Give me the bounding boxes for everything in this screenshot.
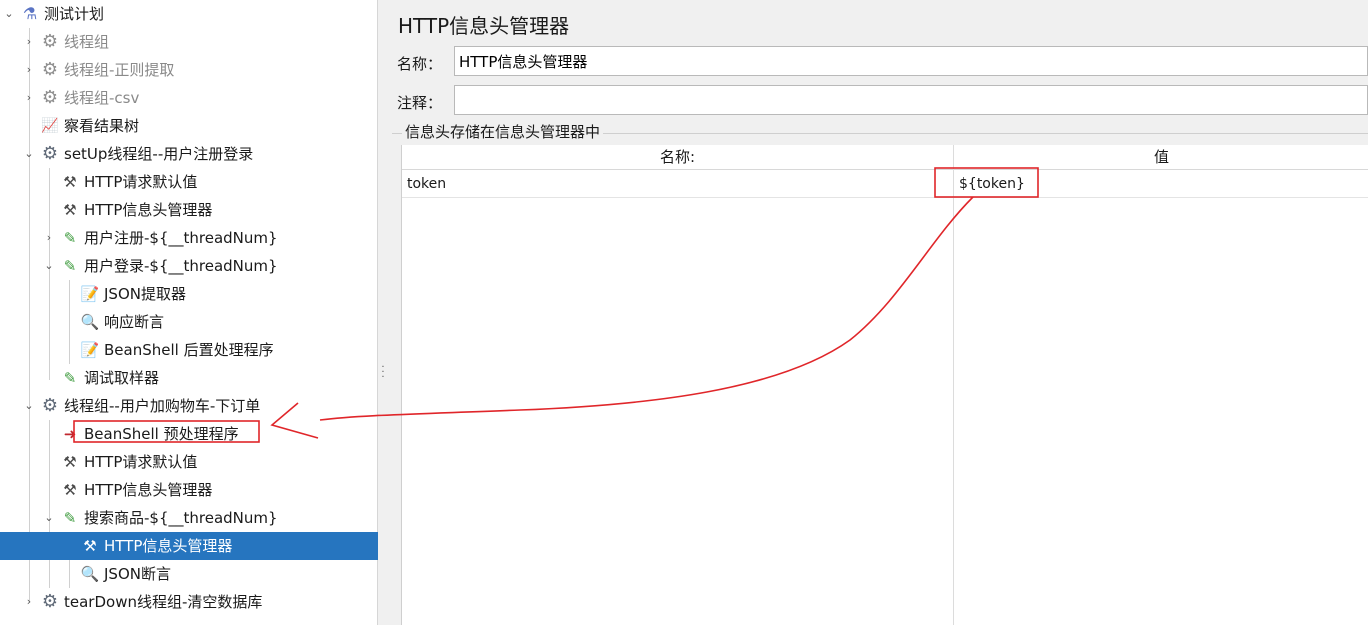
tree-node[interactable]: ⌄ ⚙ setUp线程组--用户注册登录 <box>0 140 378 168</box>
tree-node[interactable]: › ⚙ 线程组 <box>0 28 378 56</box>
chevron-down-icon[interactable]: ⌄ <box>42 504 56 532</box>
chart-icon: 📈 <box>41 118 59 134</box>
table-cell-name[interactable]: token <box>402 170 953 198</box>
gear-icon: ⚙ <box>41 395 59 416</box>
sampler-pen-icon: ✎ <box>63 257 77 275</box>
chevron-right-icon[interactable]: › <box>22 56 36 84</box>
splitter-grip-icon[interactable]: · · · <box>380 363 386 383</box>
sampler-pen-icon: ✎ <box>63 509 77 527</box>
comment-field[interactable] <box>454 85 1368 115</box>
headers-table[interactable]: 名称: 值 token ${token} <box>401 145 1368 625</box>
chevron-down-icon[interactable]: ⌄ <box>42 252 56 280</box>
tools-icon: ⚒ <box>63 201 77 219</box>
tree-node[interactable]: › ✎ 用户注册-${__threadNum} <box>0 224 378 252</box>
gear-icon: ⚙ <box>41 143 59 164</box>
tree-node[interactable]: ⚒ HTTP请求默认值 <box>0 448 378 476</box>
tree-node[interactable]: ✎ 调试取样器 <box>0 364 378 392</box>
tree-node-label: 搜索商品-${__threadNum} <box>84 509 278 527</box>
name-field[interactable] <box>454 46 1368 76</box>
tools-icon: ⚒ <box>63 173 77 191</box>
preprocessor-arrow-icon: ➜ <box>63 425 77 443</box>
gear-icon: ⚙ <box>41 59 59 80</box>
tree-node-label: BeanShell 后置处理程序 <box>104 341 274 359</box>
chevron-down-icon[interactable]: ⌄ <box>22 392 36 420</box>
chevron-right-icon[interactable]: › <box>22 84 36 112</box>
tree-node[interactable]: › ⚙ 线程组-正则提取 <box>0 56 378 84</box>
tree-node[interactable]: ⚒ HTTP信息头管理器 <box>0 532 378 560</box>
test-plan-tree[interactable]: ⌄ ⚗ 测试计划 › ⚙ 线程组 › ⚙ 线程组-正则提取 › ⚙ 线程组-csv 📈 察看结果树 ⌄ ⚙ se… <box>0 0 378 625</box>
gear-icon: ⚙ <box>41 31 59 52</box>
tree-node[interactable]: ➜ BeanShell 预处理程序 <box>0 420 378 448</box>
tree-node-label: HTTP信息头管理器 <box>84 201 213 219</box>
tree-node[interactable]: › ⚙ 线程组-csv <box>0 84 378 112</box>
tools-icon: ⚒ <box>83 537 97 555</box>
tree-node[interactable]: 📝 JSON提取器 <box>0 280 378 308</box>
tree-node-label: 用户登录-${__threadNum} <box>84 257 278 275</box>
tree-node-label: 调试取样器 <box>84 369 160 387</box>
tree-node[interactable]: 📈 察看结果树 <box>0 112 378 140</box>
table-cell-value[interactable]: ${token} <box>954 170 1368 198</box>
tree-node-label: 测试计划 <box>44 5 105 23</box>
tree-node[interactable]: ⌄ ⚙ 线程组--用户加购物车-下订单 <box>0 392 378 420</box>
gear-icon: ⚙ <box>41 591 59 612</box>
tree-node-label: 线程组--用户加购物车-下订单 <box>64 397 261 415</box>
tree-node-label: HTTP请求默认值 <box>84 173 198 191</box>
sampler-pen-icon: ✎ <box>63 229 77 247</box>
name-label: 名称： <box>397 55 443 73</box>
gear-icon: ⚙ <box>41 87 59 108</box>
headers-group-title: 信息头存储在信息头管理器中 <box>402 121 604 142</box>
tree-node-label: JSON断言 <box>104 565 171 583</box>
sampler-pen-icon: ✎ <box>63 369 77 387</box>
tools-icon: ⚒ <box>63 453 77 471</box>
comment-label: 注释： <box>397 94 443 112</box>
tree-node-label: setUp线程组--用户注册登录 <box>64 145 254 163</box>
tree-node[interactable]: ⚒ HTTP信息头管理器 <box>0 476 378 504</box>
chevron-right-icon[interactable]: › <box>42 224 56 252</box>
column-separator <box>953 145 954 625</box>
document-arrow-icon: 📝 <box>80 285 100 303</box>
flask-icon: ⚗ <box>22 4 38 23</box>
tree-node-label: BeanShell 预处理程序 <box>84 425 239 443</box>
chevron-right-icon[interactable]: › <box>22 28 36 56</box>
chevron-down-icon[interactable]: ⌄ <box>22 140 36 168</box>
tree-node-label: tearDown线程组-清空数据库 <box>64 593 263 611</box>
tree-node[interactable]: 📝 BeanShell 后置处理程序 <box>0 336 378 364</box>
panel-title: HTTP信息头管理器 <box>398 14 570 38</box>
tree-node-label: 线程组-csv <box>64 89 140 107</box>
column-header-name[interactable]: 名称: <box>402 145 953 170</box>
magnifier-icon: 🔍 <box>80 565 100 583</box>
tree-node[interactable]: ⚒ HTTP请求默认值 <box>0 168 378 196</box>
tree-node[interactable]: ⚒ HTTP信息头管理器 <box>0 196 378 224</box>
tree-node[interactable]: › ⚙ tearDown线程组-清空数据库 <box>0 588 378 616</box>
tools-icon: ⚒ <box>63 481 77 499</box>
tree-node-label: HTTP请求默认值 <box>84 453 198 471</box>
tree-node-label: HTTP信息头管理器 <box>84 481 213 499</box>
tree-node[interactable]: ⌄ ✎ 用户登录-${__threadNum} <box>0 252 378 280</box>
tree-node-label: 用户注册-${__threadNum} <box>84 229 278 247</box>
tree-node-label: 线程组 <box>64 33 110 51</box>
chevron-right-icon[interactable]: › <box>22 588 36 616</box>
chevron-down-icon[interactable]: ⌄ <box>2 0 16 28</box>
tree-node[interactable]: ⌄ ✎ 搜索商品-${__threadNum} <box>0 504 378 532</box>
pane-splitter[interactable]: · · · <box>378 0 388 625</box>
tree-node-label: 响应断言 <box>104 313 165 331</box>
tree-node-label: 线程组-正则提取 <box>64 61 175 79</box>
tree-node-label: HTTP信息头管理器 <box>104 537 233 555</box>
tree-node[interactable]: ⌄ ⚗ 测试计划 <box>0 0 378 28</box>
tree-node[interactable]: 🔍 响应断言 <box>0 308 378 336</box>
document-arrow-icon: 📝 <box>80 341 100 359</box>
magnifier-icon: 🔍 <box>80 313 100 331</box>
tree-node-label: 察看结果树 <box>64 117 140 135</box>
tree-node[interactable]: 🔍 JSON断言 <box>0 560 378 588</box>
column-header-value[interactable]: 值 <box>954 145 1368 170</box>
http-header-manager-panel: HTTP信息头管理器 名称： 注释： 信息头存储在信息头管理器中 名称: 值 t… <box>388 0 1368 625</box>
tree-node-label: JSON提取器 <box>104 285 186 303</box>
